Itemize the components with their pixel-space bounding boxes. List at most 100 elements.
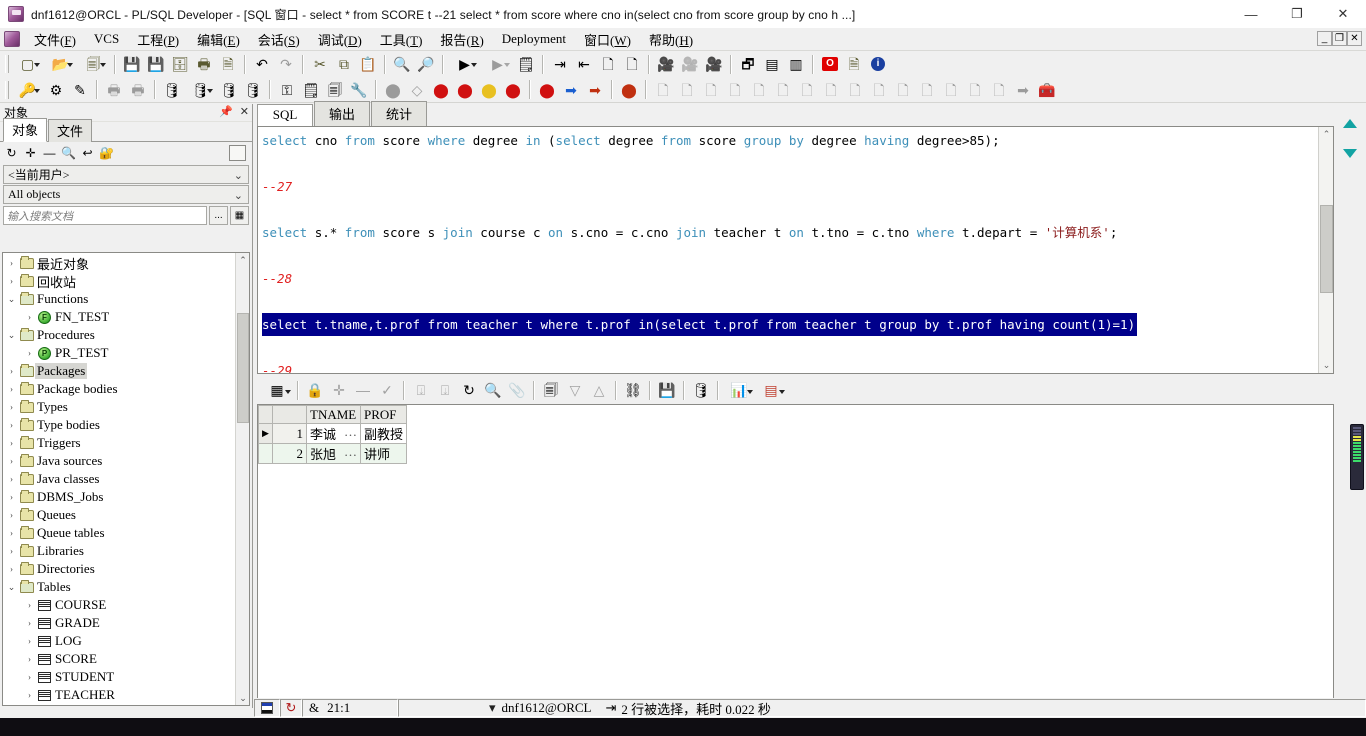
paste-icon[interactable]: 📋: [357, 53, 379, 75]
cell-tname[interactable]: 李诚…: [306, 423, 361, 444]
save-results-icon[interactable]: 💾: [656, 379, 678, 401]
save-icon[interactable]: 💾: [121, 53, 143, 75]
oracle-icon[interactable]: O: [819, 53, 841, 75]
pdf-report-icon[interactable]: 🗎: [843, 53, 865, 75]
chevron-right-icon[interactable]: ›: [5, 420, 18, 430]
chevron-right-icon[interactable]: ›: [5, 564, 18, 574]
tree-node-queues[interactable]: › Queues: [3, 506, 235, 524]
test-window-icon[interactable]: 🗒: [300, 79, 322, 101]
cascade-windows-icon[interactable]: 🗗: [737, 53, 759, 75]
tree-node-grade[interactable]: › GRADE: [3, 614, 235, 632]
chevron-down-icon-status[interactable]: ▾: [489, 700, 496, 716]
tree-node--[interactable]: › 回收站: [3, 272, 235, 290]
tile-vertical-icon[interactable]: ▥: [785, 53, 807, 75]
chevron-right-icon[interactable]: ›: [5, 438, 18, 448]
sql-editor[interactable]: select cno from score where degree in (s…: [257, 126, 1334, 374]
chevron-right-icon[interactable]: ›: [5, 528, 18, 538]
tree-scroll-up-icon[interactable]: ⌃: [236, 253, 249, 267]
browse-button[interactable]: ...: [209, 206, 228, 225]
menu-project[interactable]: 工程(P): [128, 28, 188, 51]
disconnect-db-icon[interactable]: 🛢: [242, 79, 264, 101]
chevron-right-icon[interactable]: ›: [23, 600, 36, 610]
tree-node-java-sources[interactable]: › Java sources: [3, 452, 235, 470]
export-db-icon[interactable]: 🛢: [690, 379, 712, 401]
browser-tab-files[interactable]: 文件: [48, 119, 93, 142]
chevron-down-icon[interactable]: [207, 88, 213, 93]
menu-session[interactable]: 会话(S): [249, 28, 309, 51]
object-lock-icon[interactable]: 🔐: [99, 146, 114, 161]
chevron-right-icon[interactable]: ›: [5, 510, 18, 520]
menu-edit[interactable]: 编辑(E): [188, 28, 249, 51]
menu-debug[interactable]: 调试(D): [309, 28, 371, 51]
tree-node-fn-test[interactable]: › F FN_TEST: [3, 308, 235, 326]
tree-node-functions[interactable]: ⌄ Functions: [3, 290, 235, 308]
editor-scroll-thumb[interactable]: [1320, 205, 1333, 293]
chevron-right-icon[interactable]: ›: [23, 618, 36, 628]
search-results-icon[interactable]: 🔍: [482, 379, 504, 401]
grid-col-tname[interactable]: TNAME: [306, 405, 361, 424]
comment-icon[interactable]: 🗋: [597, 53, 619, 75]
tree-node-queue-tables[interactable]: › Queue tables: [3, 524, 235, 542]
tree-node-package-bodies[interactable]: › Package bodies: [3, 380, 235, 398]
browser-tab-objects[interactable]: 对象: [3, 118, 48, 142]
step-forward-blue-icon[interactable]: ➡: [560, 79, 582, 101]
tree-node-packages[interactable]: › Packages: [3, 362, 235, 380]
object-filter-dropdown[interactable]: All objects ⌄: [3, 185, 249, 204]
indent-icon[interactable]: ⇥: [549, 53, 571, 75]
chevron-down-icon[interactable]: [67, 63, 73, 67]
keyboard-flag-icon[interactable]: [254, 699, 280, 717]
undo-icon[interactable]: ↶: [251, 53, 273, 75]
chevron-right-icon[interactable]: ›: [5, 456, 18, 466]
tile-horizontal-icon[interactable]: ▤: [761, 53, 783, 75]
menu-vcs[interactable]: VCS: [85, 29, 128, 49]
cut-icon[interactable]: ✂: [309, 53, 331, 75]
maximize-button[interactable]: ❐: [1274, 0, 1320, 28]
editor-scrollbar[interactable]: ⌃ ⌄: [1318, 127, 1333, 373]
sql-editor-code[interactable]: select cno from score where degree in (s…: [258, 127, 1318, 373]
breakpoint-edit-icon[interactable]: ⬤: [536, 79, 558, 101]
tree-node-type-bodies[interactable]: › Type bodies: [3, 416, 235, 434]
chevron-right-icon[interactable]: ›: [5, 384, 18, 394]
lock-record-icon[interactable]: 🔒: [304, 379, 326, 401]
chevron-down-icon[interactable]: ⌄: [5, 330, 18, 341]
chevron-right-icon[interactable]: ›: [23, 348, 36, 358]
tree-node-teacher[interactable]: › TEACHER: [3, 686, 235, 704]
open-recent-icon[interactable]: 🗐: [78, 53, 109, 75]
code-line-3[interactable]: [262, 198, 1318, 221]
copy-icon[interactable]: ⧉: [333, 53, 355, 75]
find-object-icon[interactable]: 🔍: [61, 146, 76, 161]
chevron-right-icon[interactable]: ›: [5, 402, 18, 412]
tree-node-triggers[interactable]: › Triggers: [3, 434, 235, 452]
toolbar-grip[interactable]: [3, 54, 9, 74]
cell-tname[interactable]: 张旭…: [306, 443, 361, 464]
execute-icon[interactable]: ▶: [449, 53, 480, 75]
chevron-down-icon[interactable]: ⌄: [5, 294, 18, 305]
debug-run-icon[interactable]: 🎥: [655, 53, 677, 75]
chevron-down-icon[interactable]: [779, 390, 785, 394]
report-window-icon[interactable]: 🗐: [324, 79, 346, 101]
previous-object-icon[interactable]: ↩: [80, 146, 95, 161]
chevron-right-icon[interactable]: ›: [5, 366, 18, 376]
settings-gear-icon[interactable]: ⚙: [45, 79, 67, 101]
new-icon[interactable]: ▢: [12, 53, 43, 75]
chevron-right-icon[interactable]: ›: [5, 258, 18, 268]
print-preview-icon[interactable]: 🗎: [217, 53, 239, 75]
save-all-icon[interactable]: 🗄: [169, 53, 191, 75]
code-line-6[interactable]: --28: [262, 267, 1318, 290]
object-tools-icon[interactable]: 🧰: [1036, 79, 1058, 101]
chevron-right-icon[interactable]: ›: [23, 690, 36, 700]
grid-button[interactable]: ▦: [230, 206, 249, 225]
chevron-down-icon[interactable]: [747, 390, 753, 394]
tree-node-types[interactable]: › Types: [3, 398, 235, 416]
tree-scrollbar[interactable]: ⌃ ⌄: [235, 253, 249, 705]
object-tree[interactable]: › 最近对象 › 回收站 ⌄ Functions › F FN_TEST ⌄ Procedures ›…: [3, 253, 235, 705]
mdi-minimize-button[interactable]: _: [1317, 31, 1332, 46]
chevron-right-icon[interactable]: ›: [23, 312, 36, 322]
tree-node-java-classes[interactable]: › Java classes: [3, 470, 235, 488]
new-sql-window-icon[interactable]: 🛢: [185, 79, 216, 101]
connect-db-icon[interactable]: 🛢: [218, 79, 240, 101]
chevron-right-icon[interactable]: ›: [23, 672, 36, 682]
tree-node-dbms-jobs[interactable]: › DBMS_Jobs: [3, 488, 235, 506]
breakpoint-red-icon[interactable]: ⬤: [430, 79, 452, 101]
cell-prof[interactable]: 讲师: [359, 443, 408, 464]
